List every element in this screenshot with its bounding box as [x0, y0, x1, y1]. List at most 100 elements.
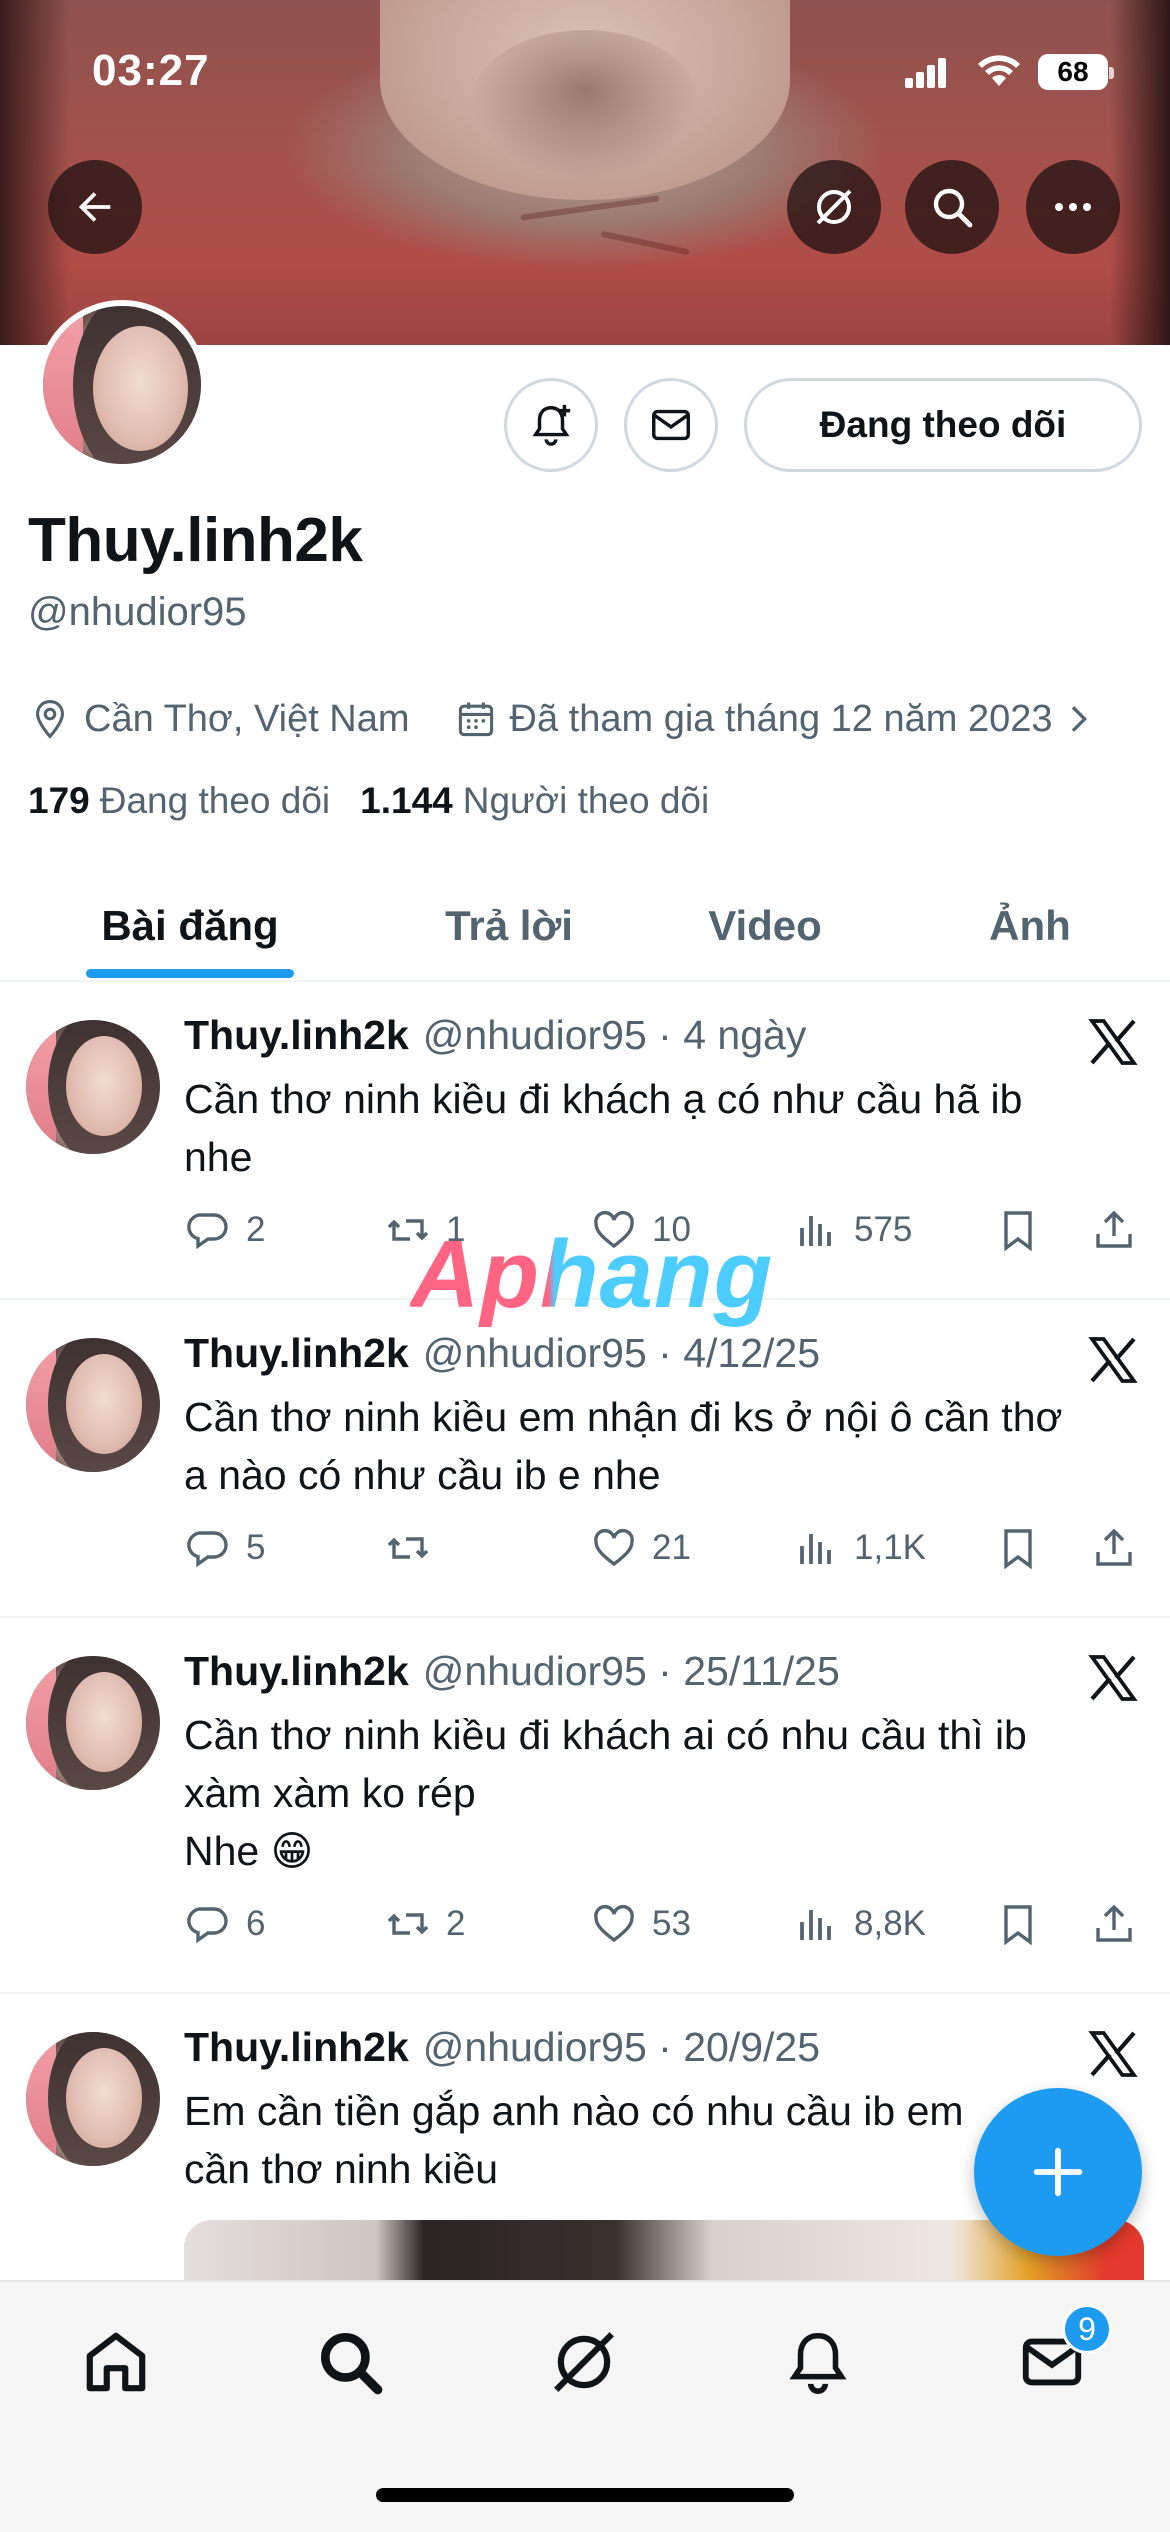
- followers-label: Người theo dõi: [462, 780, 710, 821]
- post-author-name[interactable]: Thuy.linh2k: [184, 1330, 409, 1376]
- nav-notifications[interactable]: [778, 2322, 858, 2402]
- separator-dot: ·: [658, 1330, 672, 1376]
- post-actions: 5 21 1,1K: [184, 1518, 1144, 1578]
- status-time: 03:27: [92, 46, 210, 95]
- home-indicator: [376, 2488, 794, 2502]
- share-button[interactable]: [1090, 1518, 1152, 1578]
- post-avatar[interactable]: [26, 1656, 160, 1790]
- back-arrow-icon: [78, 192, 111, 222]
- share-icon: [1096, 1210, 1132, 1248]
- views-count: 8,8K: [854, 1904, 926, 1943]
- reply-button[interactable]: 6: [184, 1894, 265, 1954]
- profile-avatar[interactable]: [37, 300, 207, 470]
- views-button[interactable]: 1,1K: [792, 1518, 926, 1578]
- reply-button[interactable]: 5: [184, 1518, 265, 1578]
- wifi-icon: [978, 55, 1020, 86]
- views-button[interactable]: 575: [792, 1200, 912, 1260]
- nav-search[interactable]: [310, 2322, 390, 2402]
- bookmark-button[interactable]: [994, 1200, 1056, 1260]
- reply-button[interactable]: 2: [184, 1200, 265, 1260]
- calendar-icon: [458, 702, 493, 737]
- separator-dot: ·: [658, 1012, 672, 1058]
- profile-tabs: Bài đăng Trả lời Video Ảnh: [0, 870, 1170, 982]
- tab-replies[interactable]: Trả lời: [400, 870, 618, 982]
- nav-grok[interactable]: [544, 2322, 624, 2402]
- grok-icon: [554, 2332, 614, 2392]
- nav-home[interactable]: [76, 2322, 156, 2402]
- post-author-handle: @nhudior95: [422, 1330, 647, 1376]
- grok-icon: [816, 189, 852, 225]
- tab-posts[interactable]: Bài đăng: [56, 870, 324, 982]
- repost-button[interactable]: [384, 1518, 446, 1578]
- share-button[interactable]: [1090, 1200, 1152, 1260]
- profile-stats: 179 Đang theo dõi 1.144 Người theo dõi: [28, 780, 709, 822]
- profile-joined: Đã tham gia tháng 12 năm 2023: [509, 697, 1053, 740]
- avatar-face: [66, 1354, 142, 1454]
- separator-dot: ·: [658, 1648, 672, 1694]
- search-icon: [933, 188, 973, 228]
- search-button[interactable]: [905, 160, 999, 254]
- reply-icon: [187, 1531, 228, 1568]
- following-stat[interactable]: 179 Đang theo dõi: [28, 780, 330, 822]
- tab-photos[interactable]: Ảnh: [940, 870, 1120, 982]
- post-avatar[interactable]: [26, 1020, 160, 1154]
- following-button[interactable]: Đang theo dõi: [744, 378, 1142, 472]
- chevron-right-icon[interactable]: [1058, 697, 1098, 741]
- post-author-name[interactable]: Thuy.linh2k: [184, 1648, 409, 1694]
- like-icon: [594, 1904, 634, 1943]
- cellular-signal-icon: [905, 58, 947, 88]
- post-item[interactable]: Thuy.linh2k @nhudior95 · 25/11/25 Cần thơ…: [0, 1620, 1170, 1994]
- banner-fold: [600, 230, 690, 256]
- more-icon: [1055, 203, 1091, 211]
- back-button[interactable]: [48, 160, 142, 254]
- active-tab-indicator: [86, 969, 294, 978]
- post-actions: 6 2 53 8,8K: [184, 1894, 1144, 1954]
- x-logo-icon: [1088, 1019, 1138, 1065]
- more-options-button[interactable]: [1026, 160, 1120, 254]
- post-avatar[interactable]: [26, 1338, 160, 1472]
- battery-level: 68: [1057, 56, 1089, 87]
- bookmark-button[interactable]: [994, 1518, 1056, 1578]
- message-button[interactable]: [624, 378, 718, 472]
- grok-button[interactable]: [787, 160, 881, 254]
- notifications-icon: [789, 2332, 847, 2394]
- battery-indicator: 68: [1038, 54, 1114, 90]
- post-author-handle: @nhudior95: [422, 1012, 647, 1058]
- like-count: 21: [652, 1528, 691, 1567]
- reply-icon: [187, 1907, 228, 1944]
- reply-count: 5: [246, 1528, 266, 1567]
- notify-button[interactable]: [504, 378, 598, 472]
- bookmark-button[interactable]: [994, 1894, 1056, 1954]
- x-logo-icon: [1088, 2031, 1138, 2077]
- home-icon: [86, 2332, 146, 2392]
- post-author-name[interactable]: Thuy.linh2k: [184, 1012, 409, 1058]
- post-avatar[interactable]: [26, 2032, 160, 2166]
- post-time: 4/12/25: [683, 1330, 821, 1376]
- bell-plus-icon: [532, 404, 571, 446]
- compose-button[interactable]: [974, 2088, 1142, 2256]
- post-time: 25/11/25: [683, 1648, 840, 1694]
- views-count: 575: [854, 1210, 913, 1249]
- avatar-face: [66, 2048, 142, 2148]
- banner-hair-right: [1110, 0, 1170, 345]
- compose-plus-icon: [1033, 2147, 1083, 2197]
- like-button[interactable]: 21: [590, 1518, 691, 1578]
- views-button[interactable]: 8,8K: [792, 1894, 926, 1954]
- post-author-name[interactable]: Thuy.linh2k: [184, 2024, 409, 2070]
- profile-location: Cần Thơ, Việt Nam: [84, 697, 410, 740]
- share-icon: [1096, 1904, 1132, 1942]
- repost-button[interactable]: 2: [384, 1894, 465, 1954]
- avatar-face: [66, 1036, 142, 1136]
- repost-icon: [387, 1913, 429, 1935]
- banner-hair-left: [0, 0, 70, 345]
- like-button[interactable]: 53: [590, 1894, 691, 1954]
- search-icon: [321, 2333, 383, 2395]
- profile-display-name: Thuy.linh2k: [28, 506, 363, 575]
- followers-stat[interactable]: 1.144 Người theo dõi: [360, 780, 709, 822]
- tab-videos[interactable]: Video: [660, 870, 870, 982]
- post-item[interactable]: Thuy.linh2k @nhudior95 · 4/12/25 Cần thơ …: [0, 1302, 1170, 1618]
- views-icon: [800, 1910, 831, 1940]
- share-button[interactable]: [1090, 1894, 1152, 1954]
- post-text: Cần thơ ninh kiều đi khách ai có nhu cầu…: [184, 1712, 1027, 1874]
- avatar-face: [93, 326, 188, 451]
